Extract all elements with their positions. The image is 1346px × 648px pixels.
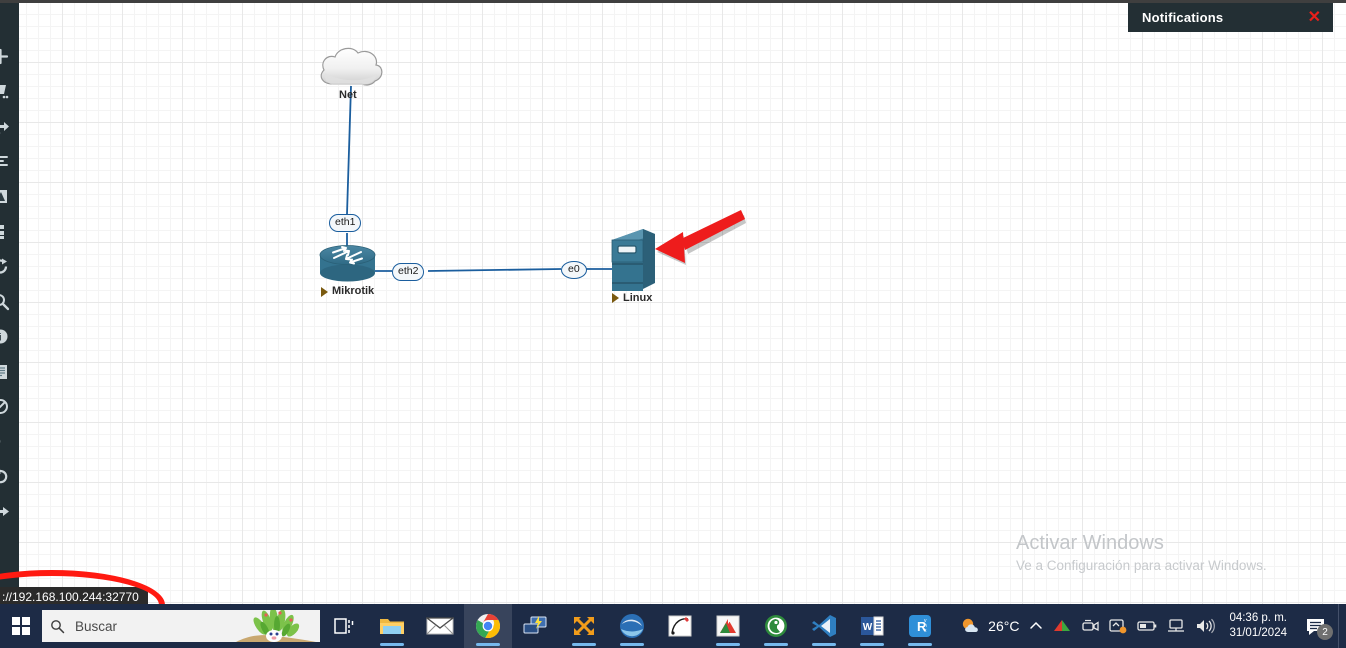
mail-icon[interactable]: [416, 604, 464, 648]
watermark-title: Activar Windows: [1016, 532, 1164, 554]
svg-text:i: i: [0, 333, 2, 344]
node-net-cloud[interactable]: [320, 47, 383, 86]
running-indicator: [764, 643, 788, 646]
svg-text:W: W: [863, 622, 873, 633]
node-status-play-mikrotik: [321, 287, 328, 297]
running-indicator: [476, 643, 500, 646]
reload-icon[interactable]: [0, 249, 19, 284]
left-toolbar: i: [0, 3, 19, 604]
running-indicator: [860, 643, 884, 646]
close-icon[interactable]: ✕: [1308, 9, 1321, 26]
add-network-icon[interactable]: [0, 74, 19, 109]
node-label-linux: Linux: [623, 292, 653, 304]
topology-svg-layer: [319, 47, 746, 291]
screen: eth1 eth2 e0 Net Mikrotik Linux Activar …: [0, 0, 1346, 648]
word-icon[interactable]: W: [848, 604, 896, 648]
realvnc-icon[interactable]: Rvnc: [896, 604, 944, 648]
node-linux-server[interactable]: [611, 229, 655, 291]
add-text-icon[interactable]: [0, 144, 19, 179]
nvidia-icon[interactable]: [1048, 604, 1076, 648]
info-icon[interactable]: i: [0, 319, 19, 354]
search-input[interactable]: Buscar: [42, 610, 320, 642]
export-icon[interactable]: [0, 494, 19, 529]
stop-icon[interactable]: [0, 389, 19, 424]
weather-widget[interactable]: 26°C: [955, 604, 1024, 648]
show-desktop-button[interactable]: [1338, 604, 1346, 648]
mobaxterm-icon[interactable]: [752, 604, 800, 648]
network-icon[interactable]: [1162, 604, 1190, 648]
add-link-icon[interactable]: [0, 109, 19, 144]
weather-temperature: 26°C: [988, 618, 1020, 634]
system-tray: 26°C 04:36 p. m. 31/01/2024 2: [955, 604, 1346, 648]
safe-eject-icon[interactable]: [1104, 604, 1132, 648]
packet-tracer-icon[interactable]: [704, 604, 752, 648]
interface-badge-eth2[interactable]: eth2: [392, 263, 425, 281]
gns3-icon[interactable]: [560, 604, 608, 648]
add-shape-icon[interactable]: [0, 179, 19, 214]
pause-icon[interactable]: [0, 424, 19, 459]
watermark-subtitle: Ve a Configuración para activar Windows.: [1016, 558, 1267, 573]
search-decoration-image: [236, 610, 316, 642]
interface-badge-eth1[interactable]: eth1: [329, 214, 362, 232]
node-status-play-linux: [612, 293, 619, 303]
running-indicator: [380, 643, 404, 646]
google-chrome-icon[interactable]: [464, 604, 512, 648]
running-indicator: [620, 643, 644, 646]
windows-activation-watermark: Activar Windows Ve a Configuración para …: [1016, 530, 1267, 576]
node-label-mikrotik: Mikrotik: [332, 285, 375, 297]
running-indicator: [716, 643, 740, 646]
notification-count-badge: 2: [1317, 624, 1333, 640]
search-icon: [50, 619, 65, 634]
running-indicator: [572, 643, 596, 646]
windows-taskbar: Buscar W R v n c 26°C 04:36 p. m. 31/01/…: [0, 604, 1346, 648]
battery-icon[interactable]: [1132, 604, 1162, 648]
vscode-icon[interactable]: [800, 604, 848, 648]
file-explorer-icon[interactable]: [368, 604, 416, 648]
show-hidden-icons-chevron[interactable]: [1024, 604, 1048, 648]
red-arrow-annotation: [655, 210, 746, 265]
grid-icon[interactable]: [0, 214, 19, 249]
clock-time: 04:36 p. m.: [1229, 612, 1287, 624]
volume-icon[interactable]: [1190, 604, 1220, 648]
add-node-icon[interactable]: [0, 39, 19, 74]
winbox-icon[interactable]: [608, 604, 656, 648]
restart-icon[interactable]: [0, 459, 19, 494]
clock-date: 31/01/2024: [1229, 627, 1287, 639]
link-mikrotik-linux[interactable]: [427, 268, 562, 272]
node-mikrotik-router[interactable]: [319, 245, 376, 282]
task-view-icon[interactable]: [320, 604, 368, 648]
node-label-net: Net: [339, 89, 357, 101]
camera-icon[interactable]: [1076, 604, 1104, 648]
start-button[interactable]: [0, 604, 42, 648]
taskbar-clock[interactable]: 04:36 p. m. 31/01/2024: [1220, 611, 1296, 641]
draw-io-icon[interactable]: [656, 604, 704, 648]
search-placeholder-text: Buscar: [75, 618, 118, 634]
notifications-panel: Notifications ✕: [1128, 3, 1333, 32]
topology-canvas[interactable]: eth1 eth2 e0 Net Mikrotik Linux Activar …: [0, 0, 1346, 604]
partly-cloudy-icon: [962, 618, 979, 632]
console-icon[interactable]: [0, 354, 19, 389]
interface-badge-e0[interactable]: e0: [561, 261, 587, 279]
remote-desktop-icon[interactable]: [512, 604, 560, 648]
running-indicator: [812, 643, 836, 646]
zoom-icon[interactable]: [0, 284, 19, 319]
notifications-title: Notifications: [1142, 10, 1224, 25]
link-net-mikrotik[interactable]: [346, 85, 352, 215]
running-indicator: [908, 643, 932, 646]
notification-center-icon[interactable]: 2: [1296, 604, 1338, 648]
